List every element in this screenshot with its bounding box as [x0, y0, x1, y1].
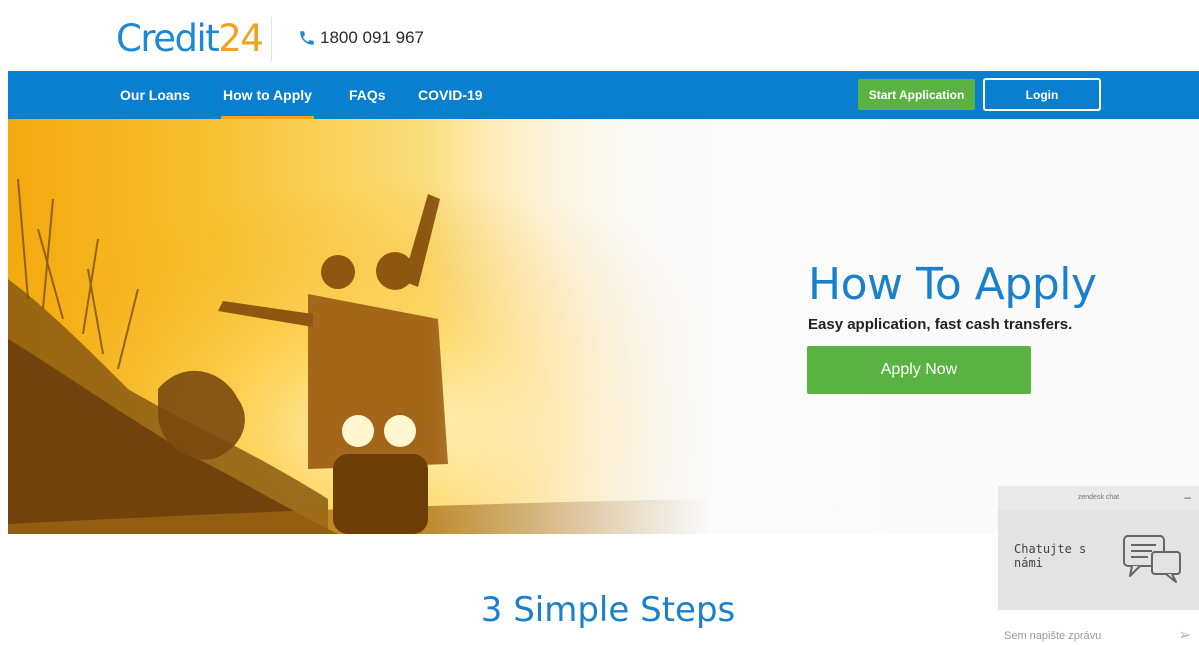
hero-title: How To Apply	[808, 259, 1097, 310]
phone-number: 1800 091 967	[320, 28, 424, 47]
send-arrow-icon[interactable]: ➢	[1178, 625, 1191, 645]
nav-item-covid-19[interactable]: COVID-19	[418, 71, 483, 119]
chat-greeting: Chatujte s námi	[1014, 542, 1087, 570]
phone-link[interactable]: 1800 091 967	[298, 28, 424, 48]
top-bar: Credit24 1800 091 967	[0, 0, 1199, 71]
header-divider	[271, 17, 272, 61]
chat-input-placeholder: Sem napište zprávu	[1004, 630, 1102, 642]
login-button[interactable]: Login	[983, 78, 1101, 111]
chat-widget[interactable]: zendesk chat – Chatujte s námi	[998, 486, 1199, 645]
chat-body: Chatujte s námi	[998, 510, 1199, 609]
hero-image-scooter-riders	[8, 119, 708, 534]
nav-item-our-loans[interactable]: Our Loans	[120, 71, 190, 119]
apply-now-button[interactable]: Apply Now	[807, 346, 1031, 394]
speech-bubbles-icon	[1123, 535, 1181, 583]
chat-brand-label: zendesk chat	[1077, 494, 1120, 501]
logo-text-credit: Credit	[116, 17, 220, 60]
hero-subtitle: Easy application, fast cash transfers.	[808, 316, 1073, 333]
logo-text-24: 24	[218, 17, 264, 60]
nav-item-how-to-apply[interactable]: How to Apply	[221, 71, 314, 119]
credit24-logo[interactable]: Credit24	[116, 14, 264, 64]
start-application-button[interactable]: Start Application	[858, 79, 975, 110]
phone-icon	[300, 31, 314, 45]
chat-minimize-button[interactable]: –	[1184, 490, 1191, 504]
nav-item-faqs[interactable]: FAQs	[349, 71, 386, 119]
